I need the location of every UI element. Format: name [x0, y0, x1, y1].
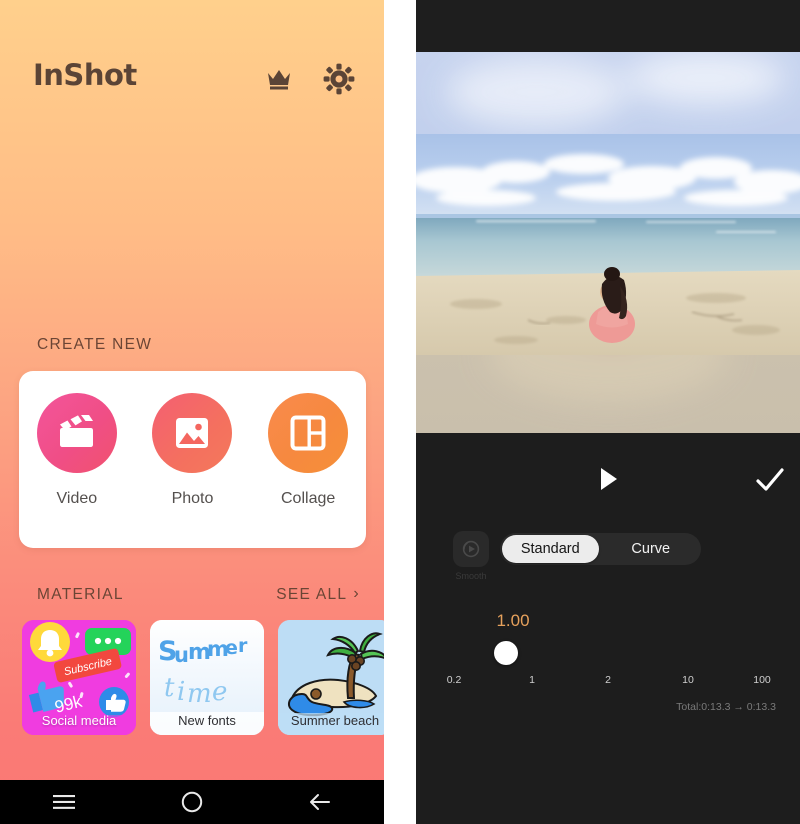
- material-card-row: Subscribe 99k Social media S u m m e r t…: [22, 620, 384, 735]
- gear-icon[interactable]: [322, 62, 356, 96]
- svg-text:m: m: [187, 679, 212, 709]
- tab-curve[interactable]: Curve: [603, 535, 700, 563]
- speed-mode-tabs: Standard Curve: [500, 533, 701, 565]
- svg-text:i: i: [177, 677, 185, 707]
- svg-text:r: r: [238, 635, 248, 657]
- menu-icon[interactable]: [34, 780, 94, 824]
- back-arrow-icon[interactable]: [290, 780, 350, 824]
- see-all-button[interactable]: SEE ALL ›: [276, 586, 360, 604]
- circle-home-icon[interactable]: [162, 780, 222, 824]
- play-icon[interactable]: [592, 463, 624, 495]
- right-phone-speed-editor: Smooth Standard Curve 1.00 0.2 1 2 10 10…: [416, 0, 800, 824]
- create-photo-label: Photo: [171, 490, 214, 507]
- material-card-label: Social media: [41, 713, 117, 728]
- video-preview[interactable]: [416, 0, 800, 433]
- speed-slider[interactable]: [442, 640, 774, 666]
- app-logo: InShot: [33, 58, 137, 92]
- speed-value: 1.00: [496, 611, 530, 630]
- svg-text:u: u: [174, 643, 189, 667]
- svg-text:e: e: [225, 637, 238, 659]
- tick-label: 1: [529, 674, 535, 686]
- material-card-label: Summer beach: [290, 713, 380, 728]
- tick-label: 10: [682, 674, 694, 686]
- clapperboard-icon: [36, 393, 117, 473]
- create-video-label: Video: [56, 490, 98, 507]
- image-icon: [152, 393, 233, 473]
- total-duration-label: Total:0:13.3 → 0:13.3: [676, 701, 776, 713]
- speed-slider-ticks: 0.2 1 2 10 100: [442, 674, 774, 690]
- smooth-speed-label: Smooth: [455, 571, 487, 581]
- crown-icon[interactable]: [264, 64, 294, 94]
- material-card-social-media[interactable]: Subscribe 99k Social media: [22, 620, 136, 735]
- create-new-section-label: CREATE NEW: [37, 336, 153, 353]
- tab-standard[interactable]: Standard: [502, 535, 599, 563]
- create-collage-button[interactable]: Collage: [258, 393, 358, 508]
- material-card-summer-beach[interactable]: Summer beach: [278, 620, 384, 735]
- check-icon[interactable]: [753, 463, 787, 497]
- collage-grid-icon: [268, 393, 349, 473]
- material-card-label: New fonts: [178, 713, 236, 728]
- panel-gutter: [384, 0, 416, 824]
- app-screenshot: InShot CREATE NEW Video Photo Collage MA…: [0, 0, 800, 824]
- svg-text:e: e: [212, 677, 227, 707]
- tick-label: 2: [605, 674, 611, 686]
- tick-label: 100: [753, 674, 771, 686]
- app-header: InShot: [0, 50, 384, 112]
- create-photo-button[interactable]: Photo: [142, 393, 242, 508]
- create-collage-label: Collage: [281, 490, 336, 507]
- chevron-right-icon: ›: [353, 585, 360, 602]
- svg-text:t: t: [164, 673, 175, 703]
- preview-toolbar: [416, 433, 800, 523]
- smooth-speed-icon[interactable]: [453, 531, 489, 567]
- android-nav-bar-left: [0, 780, 384, 824]
- see-all-label: SEE ALL: [276, 586, 348, 603]
- material-card-new-fonts[interactable]: S u m m e r t i m e New fonts: [150, 620, 264, 735]
- left-phone-home-screen: InShot CREATE NEW Video Photo Collage MA…: [0, 0, 384, 824]
- material-section-label: MATERIAL: [37, 586, 124, 603]
- tick-label: 0.2: [446, 674, 462, 686]
- create-video-button[interactable]: Video: [27, 393, 127, 508]
- video-preview-frame: [416, 134, 800, 355]
- speed-slider-thumb[interactable]: [494, 641, 518, 665]
- create-new-card: Video Photo Collage: [19, 371, 366, 548]
